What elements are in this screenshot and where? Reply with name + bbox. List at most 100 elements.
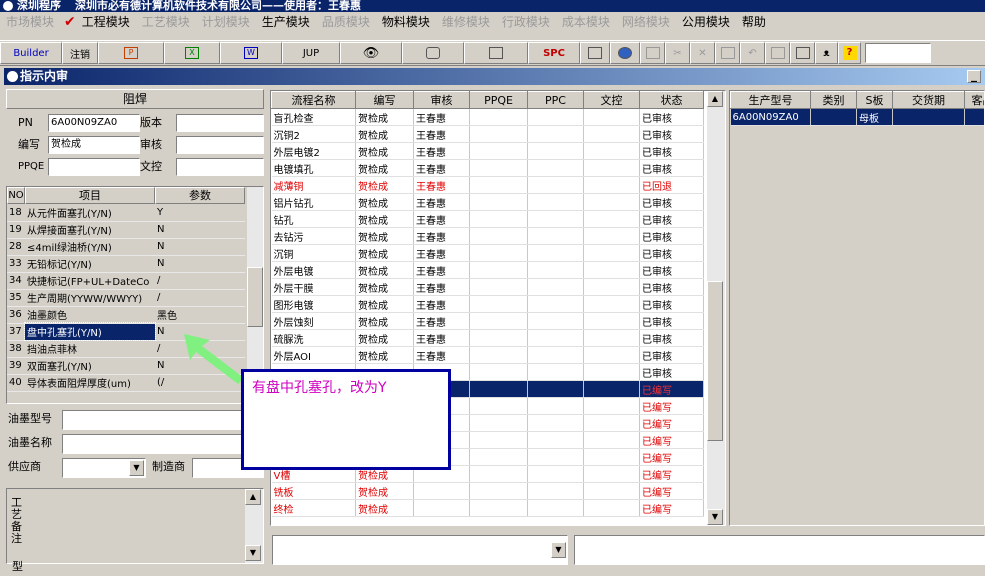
param-row[interactable]: 35生产周期(YYWW/WWYY)/ [7,289,245,306]
menu-item[interactable]: 物料模块 [376,12,436,32]
help-button[interactable]: ? [838,42,861,64]
word-button[interactable]: W [220,42,282,64]
scroll-down-button[interactable]: ▼ [707,509,723,525]
param-row[interactable]: 28≤4mil绿油桥(Y/N)N [7,238,245,255]
process-col-header[interactable]: PPC [528,92,584,109]
internet-button[interactable] [610,42,640,64]
save-button[interactable] [715,42,740,64]
process-row[interactable]: 盲孔检查贺检成王春惠已审核 [272,109,704,126]
find-button[interactable]: ᴥ [815,42,838,64]
writer-field[interactable]: 贺检成 [48,136,140,154]
process-row[interactable]: 钻孔贺检成王春惠已审核 [272,211,704,228]
process-row[interactable]: 减薄铜贺检成王春惠已回退 [272,177,704,194]
process-row[interactable]: 外层电镀2贺检成王春惠已审核 [272,143,704,160]
cut-button[interactable]: ✂ [665,42,690,64]
excel-button[interactable]: X [164,42,220,64]
process-col-header[interactable]: 审核 [414,92,470,109]
chevron-down-icon[interactable]: ▼ [129,460,144,476]
param-row[interactable]: 34快捷标记(FP+UL+DateCo/ [7,272,245,289]
process-row[interactable]: 电镀填孔贺检成王春惠已审核 [272,160,704,177]
ppqe-field[interactable] [48,158,140,176]
menu-item[interactable]: 行政模块 [496,12,556,32]
minimize-button[interactable]: _ [967,70,981,83]
process-scrollbar[interactable]: ▲ ▼ [707,91,725,525]
menu-item[interactable]: 网络模块 [616,12,676,32]
process-row[interactable]: 硫脲洗贺检成王春惠已审核 [272,330,704,347]
review-field[interactable] [176,136,264,154]
process-col-header[interactable]: 流程名称 [272,92,356,109]
menu-item[interactable]: 成本模块 [556,12,616,32]
order-col-header[interactable]: S板 [857,92,893,109]
process-reviewer: 王春惠 [414,194,470,211]
process-row[interactable]: 终检贺检成已编写 [272,500,704,517]
order-col-header[interactable]: 生产型号 [731,92,811,109]
delete-button[interactable]: ✕ [690,42,715,64]
bottom-left-select[interactable]: ▼ [272,535,568,565]
chevron-down-icon[interactable]: ▼ [551,542,566,558]
param-row[interactable]: 33无铅标记(Y/N)N [7,255,245,272]
new-button[interactable] [640,42,665,64]
scroll-up-button[interactable]: ▲ [245,489,261,505]
process-scroll-thumb[interactable] [707,281,723,441]
param-row[interactable]: 18从元件面塞孔(Y/N)Y [7,204,245,221]
ppt-button[interactable]: P [98,42,164,64]
order-col-header[interactable]: 客品 [965,92,985,109]
toolbar-input[interactable] [865,43,931,63]
process-col-header[interactable]: 文控 [584,92,640,109]
process-row[interactable]: 图形电镀贺检成王春惠已审核 [272,296,704,313]
order-row[interactable]: 6A00N09ZA0母板 [731,109,985,126]
process-col-header[interactable]: PPQE [470,92,528,109]
menu-item[interactable]: 品质模块 [316,12,376,32]
menu-item[interactable]: 计划模块 [196,12,256,32]
process-doc [584,262,640,279]
pn-field[interactable]: 6A00N09ZA0 [48,114,140,132]
process-col-header[interactable]: 状态 [640,92,704,109]
params-scroll-thumb[interactable] [247,267,263,327]
view-button[interactable]: 👁 [340,42,402,64]
spc-button[interactable]: SPC [528,42,580,64]
process-row[interactable]: 外层AOI贺检成王春惠已审核 [272,347,704,364]
logout-button[interactable]: 注销 [62,42,98,64]
builder-button[interactable]: Builder [0,42,62,64]
param-row[interactable]: 19从焊接面塞孔(Y/N)N [7,221,245,238]
calc-button[interactable] [580,42,610,64]
process-row[interactable]: 外层干膜贺检成王春惠已审核 [272,279,704,296]
doc-field[interactable] [176,158,264,176]
version-field[interactable] [176,114,264,132]
monitor-button[interactable] [464,42,528,64]
supplier-select[interactable]: ▼ [62,458,146,478]
jup-button[interactable]: JUP [282,42,340,64]
annotation-text: 有盘中孔塞孔，改为Y [252,380,387,396]
menu-item[interactable]: 工程模块 [76,12,136,32]
process-row[interactable]: 去钻污贺检成王春惠已审核 [272,228,704,245]
process-row[interactable]: 沉铜2贺检成王春惠已审核 [272,126,704,143]
remark-scrollbar[interactable]: ▲ ▼ [245,489,263,563]
pn-label: PN [18,114,33,132]
menu-item[interactable]: 帮助 [736,12,772,32]
process-row[interactable]: 铝片钻孔贺检成王春惠已审核 [272,194,704,211]
menu-item[interactable]: 市场模块 [0,12,60,32]
menu-item[interactable]: 生产模块 [256,12,316,32]
print-button[interactable] [790,42,815,64]
param-row[interactable]: 36油墨颜色黑色 [7,306,245,323]
ink-type-field[interactable] [62,410,264,430]
order-col-header[interactable]: 交货期 [893,92,965,109]
scroll-down-button[interactable]: ▼ [245,545,261,561]
process-doc [584,143,640,160]
process-row[interactable]: 沉铜贺检成王春惠已审核 [272,245,704,262]
preview-button[interactable] [765,42,790,64]
process-row[interactable]: 外层蚀刻贺检成王春惠已审核 [272,313,704,330]
scroll-up-button[interactable]: ▲ [707,91,723,107]
bottom-right-field[interactable] [574,535,985,565]
database-button[interactable] [402,42,464,64]
remark-textarea[interactable] [27,491,243,563]
order-col-header[interactable]: 类别 [811,92,857,109]
process-row[interactable]: 铣板贺检成已编写 [272,483,704,500]
process-row[interactable]: 外层电镀贺检成王春惠已审核 [272,262,704,279]
menu-item[interactable]: 维修模块 [436,12,496,32]
menu-item[interactable]: 公用模块 [676,12,736,32]
process-col-header[interactable]: 编写 [356,92,414,109]
ink-name-field[interactable] [62,434,264,454]
undo-button[interactable]: ↶ [740,42,765,64]
menu-item[interactable]: 工艺模块 [136,12,196,32]
